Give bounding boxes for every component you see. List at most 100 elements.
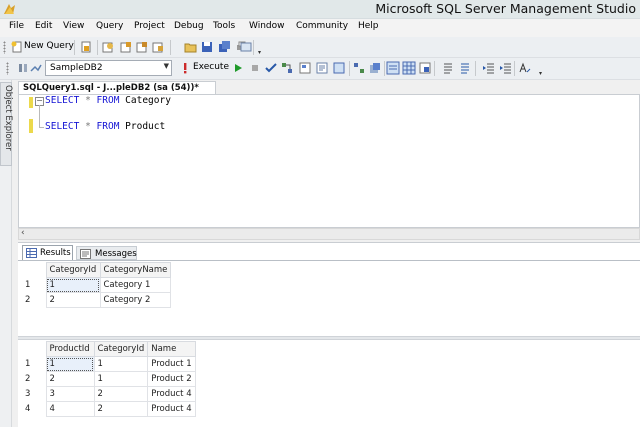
save-icon[interactable] — [200, 40, 214, 54]
open-file-icon[interactable] — [184, 40, 198, 54]
stop-icon[interactable] — [248, 61, 262, 75]
parse-checkmark-icon[interactable] — [264, 61, 278, 75]
increase-indent-icon[interactable] — [499, 61, 513, 75]
open-project-icon[interactable] — [79, 40, 93, 54]
results-to-file-icon[interactable] — [418, 61, 432, 75]
menu-view[interactable]: View — [63, 21, 84, 31]
specify-template-values-icon[interactable] — [332, 61, 346, 75]
object-explorer-tab[interactable]: Object Explorer — [0, 82, 13, 166]
menu-query[interactable]: Query — [96, 21, 123, 31]
column-header[interactable]: CategoryId — [93, 341, 149, 357]
grid-cell[interactable]: 3 — [45, 386, 95, 402]
table-row[interactable]: 4 4 2 Product 4 — [22, 401, 196, 417]
grid-cell[interactable]: 1 — [93, 356, 149, 372]
grid-cell[interactable]: 2 — [93, 401, 149, 417]
outline-line — [39, 105, 40, 127]
grid-cell[interactable]: Product 4 — [147, 401, 196, 417]
toolbar-grip[interactable] — [3, 41, 6, 54]
row-number: 2 — [22, 292, 46, 308]
grid-cell[interactable]: Category 1 — [99, 277, 172, 293]
menu-project[interactable]: Project — [134, 21, 165, 31]
grid-cell[interactable]: 1 — [45, 356, 95, 372]
debug-run-icon[interactable] — [231, 61, 245, 75]
grid-cell[interactable]: 4 — [45, 401, 95, 417]
menu-tools[interactable]: Tools — [213, 21, 235, 31]
include-client-statistics-icon[interactable] — [368, 61, 382, 75]
grid-cell[interactable]: 2 — [45, 371, 95, 387]
toolbar-overflow-chevron-icon[interactable]: ▾ — [539, 70, 546, 77]
database-engine-query-icon[interactable] — [101, 40, 115, 54]
toolbar-grip[interactable] — [6, 62, 9, 75]
decrease-indent-icon[interactable] — [482, 61, 496, 75]
change-connection-icon[interactable] — [16, 61, 30, 75]
menu-bar: File Edit View Query Project Debug Tools… — [0, 19, 640, 37]
sql-keyword: FROM — [96, 95, 120, 106]
tab-messages[interactable]: Messages — [76, 246, 137, 260]
save-all-icon[interactable] — [218, 40, 232, 54]
menu-window[interactable]: Window — [249, 21, 285, 31]
grid-cell[interactable]: Product 1 — [147, 356, 196, 372]
toolbar-separator — [434, 61, 435, 76]
table-row[interactable]: 1 1 1 Product 1 — [22, 356, 196, 372]
column-header[interactable]: CategoryId — [45, 262, 101, 278]
table-row[interactable]: 3 3 2 Product 4 — [22, 386, 196, 402]
scroll-left-icon[interactable]: ‹ — [21, 228, 25, 238]
table-row[interactable]: 1 1 Category 1 — [22, 277, 172, 293]
results-to-text-icon[interactable] — [386, 61, 400, 75]
grid-cell[interactable]: Product 4 — [147, 386, 196, 402]
column-header[interactable]: CategoryName — [99, 262, 172, 278]
grid-cell[interactable]: 2 — [93, 386, 149, 402]
grid-cell[interactable]: Category 2 — [99, 292, 172, 308]
connect-icon[interactable] — [29, 61, 43, 75]
grid-cell[interactable]: 2 — [45, 292, 101, 308]
uncomment-icon[interactable] — [458, 61, 472, 75]
intellisense-icon[interactable] — [315, 61, 329, 75]
menu-file[interactable]: File — [9, 21, 24, 31]
selected-database: SampleDB2 — [50, 63, 103, 73]
available-databases-select[interactable]: SampleDB2 ▼ — [45, 60, 172, 76]
comment-out-icon[interactable] — [441, 61, 455, 75]
grid-cell[interactable]: 1 — [45, 277, 101, 293]
specify-values-icon[interactable] — [518, 61, 532, 75]
menu-debug[interactable]: Debug — [174, 21, 204, 31]
analysis-services-query-icon[interactable] — [119, 40, 133, 54]
query-editor[interactable]: − SELECT * FROM Category SELECT * FROM P… — [18, 94, 640, 228]
execute-button[interactable]: Execute — [193, 62, 229, 72]
display-estimated-plan-icon[interactable] — [280, 61, 294, 75]
menu-community[interactable]: Community — [296, 21, 348, 31]
row-number: 1 — [22, 277, 46, 293]
menu-help[interactable]: Help — [358, 21, 379, 31]
column-header[interactable]: Name — [147, 341, 196, 357]
editor-horizontal-scrollbar[interactable]: ‹ — [18, 228, 640, 240]
toolbar-separator — [514, 61, 515, 76]
mdx-query-icon[interactable] — [135, 40, 149, 54]
column-header[interactable]: ProductId — [45, 341, 95, 357]
results-grid-product[interactable]: ProductId CategoryId Name 1 1 1 Product … — [22, 341, 196, 417]
results-grid-icon — [26, 248, 37, 258]
include-actual-plan-icon[interactable] — [352, 61, 366, 75]
table-row[interactable]: 2 2 Category 2 — [22, 292, 172, 308]
chevron-down-icon[interactable]: ▼ — [164, 62, 169, 70]
sql-operator: * — [85, 95, 91, 106]
results-to-grid-icon[interactable] — [402, 61, 416, 75]
sql-keyword: FROM — [96, 121, 120, 132]
toolbar-separator — [384, 61, 385, 76]
query-designer-icon[interactable] — [298, 61, 312, 75]
code-line[interactable]: SELECT * FROM Product — [45, 121, 165, 132]
document-tab[interactable]: SQLQuery1.sql - J...pleDB2 (sa (54))* — [18, 81, 216, 95]
xmla-query-icon[interactable] — [151, 40, 165, 54]
toolbar-overflow-chevron-icon[interactable]: ▾ — [258, 49, 265, 56]
tab-results[interactable]: Results — [22, 245, 73, 260]
execute-icon[interactable] — [178, 61, 192, 75]
grid-splitter[interactable] — [18, 336, 640, 340]
toolbar-separator — [253, 40, 254, 55]
activity-monitor-icon[interactable] — [239, 40, 253, 54]
results-grid-category[interactable]: CategoryId CategoryName 1 1 Category 1 2… — [22, 262, 172, 308]
grid-cell[interactable]: 1 — [93, 371, 149, 387]
new-query-icon[interactable] — [10, 40, 24, 54]
table-row[interactable]: 2 2 1 Product 2 — [22, 371, 196, 387]
grid-cell[interactable]: Product 2 — [147, 371, 196, 387]
code-line[interactable]: SELECT * FROM Category — [45, 95, 171, 106]
menu-edit[interactable]: Edit — [35, 21, 52, 31]
new-query-button[interactable]: New Query — [24, 41, 74, 51]
